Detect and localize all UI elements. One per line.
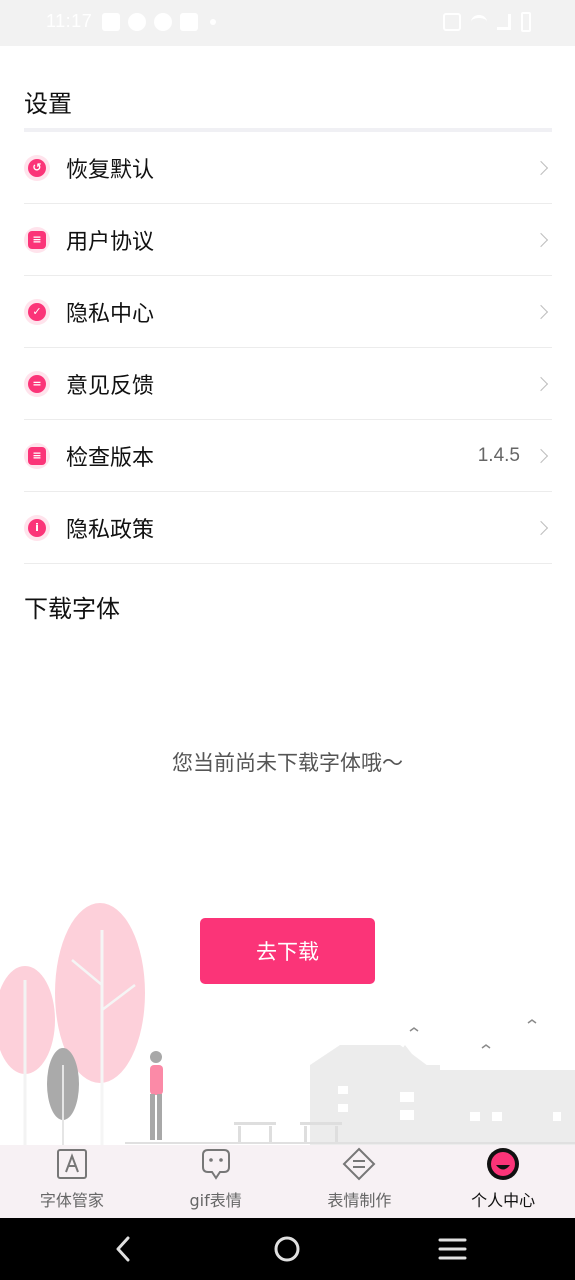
tab-profile[interactable]: 个人中心: [431, 1145, 575, 1218]
settings-item-restore-default[interactable]: ↺ 恢复默认: [24, 132, 552, 204]
notification-icons: [102, 13, 216, 31]
signal-icon: [497, 14, 511, 30]
gif-face-icon: [199, 1147, 233, 1181]
settings-item-label: 隐私中心: [66, 301, 155, 327]
settings-item-privacy-policy[interactable]: i 隐私政策: [24, 492, 552, 564]
settings-item-user-agreement[interactable]: ≡ 用户协议: [24, 204, 552, 276]
info-icon: i: [24, 514, 50, 541]
tab-label: 表情制作: [327, 1191, 392, 1210]
chevron-right-icon: [533, 520, 549, 535]
home-icon[interactable]: [274, 1236, 300, 1262]
notification-sync-icon: [128, 13, 146, 31]
settings-item-label: 隐私政策: [66, 517, 155, 543]
profile-face-icon: [486, 1147, 520, 1181]
chevron-right-icon: [533, 448, 549, 463]
tab-font-manager[interactable]: 字体管家: [0, 1145, 144, 1218]
settings-title: 设置: [24, 90, 72, 118]
tab-gif-stickers[interactable]: gif表情: [144, 1145, 288, 1218]
settings-item-check-version[interactable]: ≡ 检查版本 1.4.5: [24, 420, 552, 492]
tab-label: 字体管家: [39, 1191, 104, 1210]
settings-item-label: 意见反馈: [66, 373, 155, 399]
status-bar: 11:17: [0, 0, 575, 46]
notification-compass-icon: [154, 13, 172, 31]
chevron-right-icon: [533, 376, 549, 391]
feedback-icon: =: [24, 370, 50, 397]
tab-label: gif表情: [189, 1191, 242, 1210]
calendar-icon: ≡: [24, 226, 50, 253]
system-navigation-bar: [0, 1218, 575, 1280]
vibrate-icon: [443, 13, 461, 31]
back-icon[interactable]: [116, 1236, 130, 1262]
tab-label: 个人中心: [471, 1191, 536, 1210]
settings-list: ↺ 恢复默认 ≡ 用户协议 ✓ 隐私中心 = 意见反馈 ≡ 检查版本 1.4.5: [24, 132, 552, 564]
downloads-title: 下载字体: [24, 595, 120, 623]
go-download-button[interactable]: 去下载: [200, 918, 375, 984]
notification-app-icon: [102, 13, 120, 31]
settings-item-privacy-center[interactable]: ✓ 隐私中心: [24, 276, 552, 348]
restore-icon: ↺: [24, 154, 50, 181]
sticker-make-icon: [342, 1147, 376, 1181]
font-a-icon: [55, 1147, 89, 1181]
settings-item-label: 用户协议: [66, 229, 155, 255]
shield-check-icon: ✓: [24, 298, 50, 325]
chevron-right-icon: [533, 232, 549, 247]
notification-more-icon: [210, 19, 216, 25]
wifi-icon: [471, 15, 487, 29]
status-time: 11:17: [46, 11, 93, 31]
settings-item-label: 检查版本: [66, 445, 155, 471]
notification-mail-icon: [180, 13, 198, 31]
document-icon: ≡: [24, 442, 50, 469]
battery-icon: [521, 12, 531, 32]
chevron-right-icon: [533, 304, 549, 319]
settings-item-label: 恢复默认: [66, 157, 155, 183]
empty-state-message: 您当前尚未下载字体哦～: [172, 751, 403, 775]
settings-item-feedback[interactable]: = 意见反馈: [24, 348, 552, 420]
version-value: 1.4.5: [477, 444, 520, 466]
system-icons: [443, 12, 531, 32]
chevron-right-icon: [533, 160, 549, 175]
recents-icon[interactable]: [438, 1238, 467, 1260]
bottom-tab-bar: 字体管家 gif表情 表情制作 个人中心: [0, 1145, 575, 1218]
tab-sticker-maker[interactable]: 表情制作: [288, 1145, 432, 1218]
